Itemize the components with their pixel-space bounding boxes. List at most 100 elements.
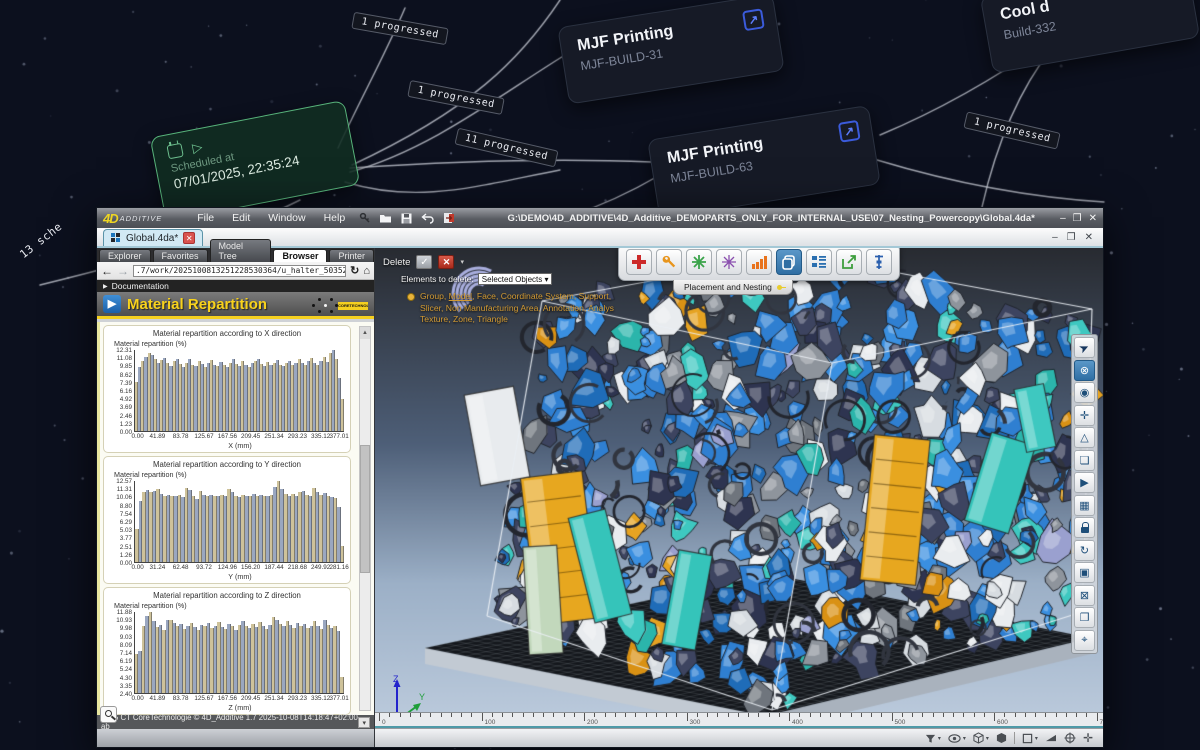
statistics-button[interactable] bbox=[746, 249, 772, 275]
bounding-box-icon[interactable]: ▾ bbox=[1022, 733, 1038, 744]
confirm-button[interactable]: ✓ bbox=[416, 255, 432, 269]
x-tick: 335.12 bbox=[311, 695, 330, 702]
y-tick: 6.29 bbox=[110, 519, 134, 526]
green-asterisk-button[interactable] bbox=[686, 249, 712, 275]
render-mode-cube-icon[interactable]: ▾ bbox=[973, 732, 989, 744]
menu-help[interactable]: Help bbox=[324, 212, 346, 224]
pointer-filter-button[interactable]: ⌖ bbox=[1074, 630, 1095, 651]
undo-icon[interactable] bbox=[420, 212, 435, 225]
app-logo-4d: 4D bbox=[103, 211, 118, 226]
origin-icon[interactable] bbox=[1064, 732, 1076, 744]
copy-to-button[interactable]: ❏ bbox=[1074, 450, 1095, 471]
y-tick: 9.85 bbox=[110, 363, 134, 370]
home-icon[interactable]: ⌂ bbox=[363, 265, 370, 277]
back-icon[interactable]: ← bbox=[101, 264, 113, 278]
elements-select[interactable]: Selected Objects ▾ bbox=[478, 273, 553, 285]
lock-button[interactable] bbox=[1074, 517, 1095, 538]
open-folder-icon[interactable] bbox=[378, 212, 393, 225]
panel-scrollbar[interactable]: ▲ bbox=[359, 326, 371, 711]
purple-asterisk-button[interactable] bbox=[716, 249, 742, 275]
chart-plot bbox=[134, 612, 344, 694]
duplicate-button[interactable] bbox=[776, 249, 802, 275]
pan-icon[interactable]: ✛ bbox=[1083, 731, 1093, 745]
scroll-up-icon[interactable]: ▲ bbox=[360, 327, 370, 339]
3d-viewport[interactable]: Placement and Nesting Delete ✓ ✕ ▾ Eleme… bbox=[375, 248, 1103, 747]
target-select-button[interactable]: ◉ bbox=[1074, 382, 1095, 403]
child-restore-button[interactable]: ❐ bbox=[1067, 232, 1076, 243]
status-dropdown-icon[interactable]: ▾ bbox=[358, 717, 370, 728]
tab-printer[interactable]: Printer bbox=[329, 249, 374, 262]
scrollbar-thumb[interactable] bbox=[360, 445, 370, 573]
window-titlebar[interactable]: 4D ADDITIVE File Edit Window Help G:\DEM… bbox=[97, 208, 1103, 228]
child-minimize-button[interactable]: – bbox=[1052, 232, 1058, 243]
rotate-button[interactable]: ↻ bbox=[1074, 540, 1095, 561]
x-tick: 167.56 bbox=[218, 433, 237, 440]
key-icon[interactable] bbox=[357, 212, 372, 225]
tab-browser[interactable]: Browser bbox=[273, 249, 327, 262]
menu-file[interactable]: File bbox=[197, 212, 214, 224]
paste-box-button[interactable]: ❐ bbox=[1074, 607, 1095, 628]
x-tick: 83.78 bbox=[173, 433, 189, 440]
build-plate-icon[interactable] bbox=[1045, 733, 1057, 743]
measure-caliper-button[interactable] bbox=[866, 249, 892, 275]
move-button[interactable]: ✛ bbox=[1074, 405, 1095, 426]
triangle-select-button[interactable]: △ bbox=[1074, 427, 1095, 448]
chart-xlabel: Y (mm) bbox=[134, 572, 346, 581]
delete-box-button[interactable]: ⊠ bbox=[1074, 585, 1095, 606]
list-view-button[interactable] bbox=[806, 249, 832, 275]
tab-favorites[interactable]: Favorites bbox=[153, 249, 208, 262]
panel-tab-bar: Explorer Favorites Model Tree Browser Pr… bbox=[97, 248, 374, 262]
refresh-icon[interactable]: ↻ bbox=[350, 264, 359, 277]
deselect-button[interactable]: ⊗ bbox=[1074, 360, 1095, 381]
browser-panel: Explorer Favorites Model Tree Browser Pr… bbox=[97, 248, 375, 747]
visibility-icon[interactable]: ▾ bbox=[948, 734, 966, 743]
menu-edit[interactable]: Edit bbox=[232, 212, 250, 224]
external-link-icon[interactable]: ↗ bbox=[742, 8, 765, 31]
delete-panel: Delete ✓ ✕ ▾ Elements to delete: Selecte… bbox=[383, 255, 635, 326]
info-bullet-icon bbox=[407, 293, 415, 301]
chart-z-direction: Material repartition according to Z dire… bbox=[103, 587, 351, 715]
calendar-icon bbox=[166, 143, 183, 160]
tab-close-icon[interactable]: ✕ bbox=[183, 232, 195, 244]
export-button[interactable] bbox=[836, 249, 862, 275]
exit-icon[interactable] bbox=[441, 212, 456, 225]
report-body: Material repartition according to X dire… bbox=[97, 322, 374, 715]
cancel-button[interactable]: ✕ bbox=[438, 255, 454, 269]
collapse-icon[interactable]: ▾ bbox=[460, 258, 464, 266]
repair-wrench-button[interactable] bbox=[656, 249, 682, 275]
grid-select-button[interactable]: ▦ bbox=[1074, 495, 1095, 516]
tab-model-tree[interactable]: Model Tree bbox=[210, 239, 272, 262]
y-tick: 4.92 bbox=[110, 396, 134, 403]
zoom-tool-button[interactable] bbox=[100, 706, 117, 723]
x-tick: 0.00 bbox=[132, 433, 144, 440]
play-box-button[interactable]: ▶ bbox=[1074, 472, 1095, 493]
minimize-button[interactable]: – bbox=[1060, 213, 1066, 224]
axis-y-label: Y bbox=[419, 692, 425, 702]
mode-tab[interactable]: Placement and Nesting bbox=[673, 280, 793, 295]
external-link-icon[interactable]: ↗ bbox=[838, 120, 861, 143]
close-button[interactable]: ✕ bbox=[1089, 213, 1097, 224]
chart-xlabel: Z (mm) bbox=[134, 703, 346, 712]
address-input[interactable]: .7/work/2025100813251228530364/u_halter_… bbox=[133, 265, 346, 277]
y-tick: 11.08 bbox=[110, 355, 134, 362]
ruler-label: 100 bbox=[485, 719, 496, 726]
y-tick: 11.31 bbox=[110, 486, 134, 493]
document-tab[interactable]: Global.4da* ✕ bbox=[103, 229, 203, 246]
frame-select-button[interactable]: ▣ bbox=[1074, 562, 1095, 583]
child-close-button[interactable]: ✕ bbox=[1085, 232, 1093, 243]
menu-window[interactable]: Window bbox=[268, 212, 305, 224]
restore-button[interactable]: ❐ bbox=[1073, 213, 1082, 224]
documentation-row[interactable]: ▶ Documentation bbox=[97, 280, 374, 292]
cursor-select-button[interactable]: ➤ bbox=[1074, 337, 1095, 358]
chart-title: Material repartition according to X dire… bbox=[108, 329, 346, 338]
forward-icon[interactable]: → bbox=[117, 264, 129, 278]
play-icon[interactable]: ▷ bbox=[191, 139, 203, 154]
save-icon[interactable] bbox=[399, 212, 414, 225]
bar bbox=[341, 399, 344, 431]
y-tick: 2.40 bbox=[110, 691, 134, 698]
chart-plot bbox=[134, 350, 344, 432]
report-icon: ▶ bbox=[103, 295, 121, 313]
tab-explorer[interactable]: Explorer bbox=[99, 249, 151, 262]
solid-cube-icon[interactable] bbox=[996, 732, 1007, 744]
filter-icon[interactable]: ▾ bbox=[925, 733, 941, 744]
